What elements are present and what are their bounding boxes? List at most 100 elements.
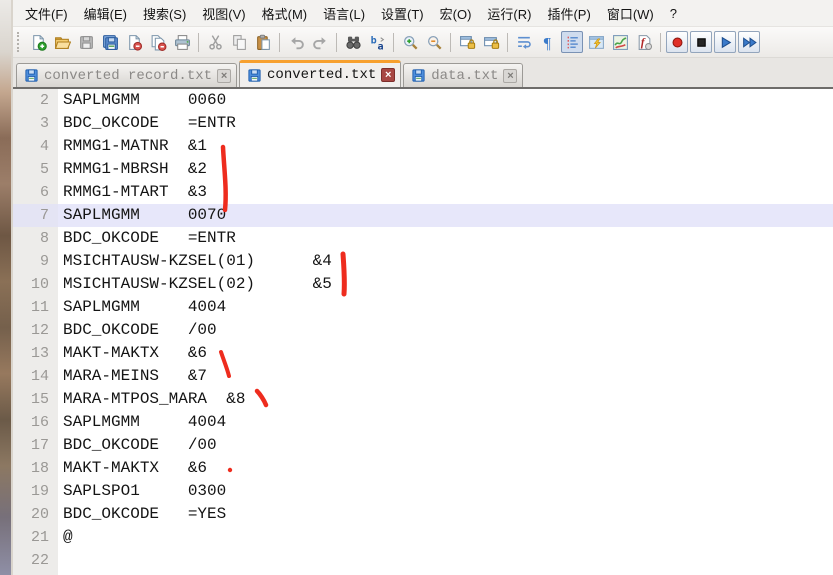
desktop-wallpaper-sliver xyxy=(0,0,11,575)
code-line: 10 MSICHTAUSW-KZSEL(02) &5 xyxy=(13,273,833,296)
document-map-icon xyxy=(612,34,629,51)
code-line: 11 SAPLMGMM 4004 xyxy=(13,296,833,319)
close-file-button[interactable] xyxy=(123,31,145,53)
code-text[interactable]: MAKT-MAKTX &6 xyxy=(58,457,833,480)
code-text[interactable]: MSICHTAUSW-KZSEL(02) &5 xyxy=(58,273,833,296)
open-file-button[interactable] xyxy=(51,31,73,53)
menu-item-view[interactable]: 视图(V) xyxy=(194,0,253,27)
find-button[interactable] xyxy=(342,31,364,53)
show-all-characters-icon: ¶ xyxy=(540,34,557,51)
menu-item-help[interactable]: ? xyxy=(662,2,685,25)
menu-item-macro[interactable]: 宏(O) xyxy=(432,0,480,27)
copy-icon xyxy=(231,34,248,51)
tab-converted-txt[interactable]: converted.txt × xyxy=(239,60,402,87)
menu-item-run[interactable]: 运行(R) xyxy=(479,0,539,27)
code-text[interactable]: BDC_OKCODE /00 xyxy=(58,319,833,342)
tab-data-txt[interactable]: data.txt × xyxy=(403,63,524,87)
code-line: 2 SAPLMGMM 0060 xyxy=(13,89,833,112)
code-text[interactable]: BDC_OKCODE =ENTR xyxy=(58,112,833,135)
sync-vertical-scroll-icon xyxy=(459,34,476,51)
save-all-button[interactable] xyxy=(99,31,121,53)
line-number: 7 xyxy=(39,207,49,224)
paste-icon xyxy=(255,34,272,51)
code-text[interactable]: SAPLSPO1 0300 xyxy=(58,480,833,503)
save-file-icon xyxy=(78,34,95,51)
code-text[interactable]: @ xyxy=(58,526,833,549)
code-text[interactable]: SAPLMGMM 4004 xyxy=(58,296,833,319)
new-file-button[interactable] xyxy=(27,31,49,53)
line-number: 3 xyxy=(39,115,49,132)
code-text[interactable]: SAPLMGMM 0060 xyxy=(58,89,833,112)
tab-close-icon[interactable]: × xyxy=(503,68,518,83)
close-file-icon xyxy=(126,34,143,51)
copy-button xyxy=(228,31,250,53)
menu-item-edit[interactable]: 编辑(E) xyxy=(76,0,135,27)
zoom-out-button[interactable] xyxy=(423,31,445,53)
menu-item-window[interactable]: 窗口(W) xyxy=(599,0,662,27)
line-number: 13 xyxy=(30,345,49,362)
svg-text:b: b xyxy=(370,35,376,46)
code-text[interactable]: BDC_OKCODE =YES xyxy=(58,503,833,526)
code-text[interactable]: MSICHTAUSW-KZSEL(01) &4 xyxy=(58,250,833,273)
line-number: 16 xyxy=(30,414,49,431)
zoom-in-button[interactable] xyxy=(399,31,421,53)
line-number: 12 xyxy=(30,322,49,339)
function-list-button[interactable]: f xyxy=(633,31,655,53)
code-text[interactable]: MARA-MTPOS_MARA &8 xyxy=(58,388,833,411)
toolbar-separator xyxy=(507,32,508,52)
replace-button[interactable]: ba xyxy=(366,31,388,53)
menu-item-language[interactable]: 语言(L) xyxy=(315,0,373,27)
macro-stop-button[interactable] xyxy=(690,31,712,53)
saved-file-floppy-icon xyxy=(24,68,39,83)
user-defined-language-button[interactable] xyxy=(585,31,607,53)
line-number: 15 xyxy=(30,391,49,408)
menu-item-settings[interactable]: 设置(T) xyxy=(373,0,432,27)
menu-item-file[interactable]: 文件(F) xyxy=(17,0,76,27)
user-defined-language-icon xyxy=(588,34,605,51)
save-file-button xyxy=(75,31,97,53)
line-number: 22 xyxy=(30,552,49,569)
text-editor-area[interactable]: 2 SAPLMGMM 0060 3 BDC_OKCODE =ENTR 4 RMMG1-MA… xyxy=(13,87,833,575)
code-text[interactable]: MARA-MEINS &7 xyxy=(58,365,833,388)
code-text[interactable] xyxy=(58,549,833,572)
menu-item-search[interactable]: 搜索(S) xyxy=(135,0,194,27)
cut-icon xyxy=(207,34,224,51)
code-line: 17 BDC_OKCODE /00 xyxy=(13,434,833,457)
code-text[interactable]: SAPLMGMM 4004 xyxy=(58,411,833,434)
line-number: 21 xyxy=(30,529,49,546)
show-indent-guide-button[interactable] xyxy=(561,31,583,53)
macro-run-multiple-button[interactable] xyxy=(738,31,760,53)
line-number: 5 xyxy=(39,161,49,178)
toolbar-separator xyxy=(660,32,661,52)
code-text[interactable]: RMMG1-MATNR &1 xyxy=(58,135,833,158)
menu-item-plugins[interactable]: 插件(P) xyxy=(539,0,598,27)
code-text[interactable]: BDC_OKCODE /00 xyxy=(58,434,833,457)
macro-play-button[interactable] xyxy=(714,31,736,53)
tab-bar: converted record.txt × converted.txt × data.… xyxy=(13,58,833,87)
code-line: 14 MARA-MEINS &7 xyxy=(13,365,833,388)
menu-item-format[interactable]: 格式(M) xyxy=(254,0,316,27)
word-wrap-button[interactable] xyxy=(513,31,535,53)
code-text[interactable]: SAPLMGMM 0070 xyxy=(58,204,833,227)
sync-horizontal-scroll-button[interactable] xyxy=(480,31,502,53)
open-file-icon xyxy=(54,34,71,51)
code-text[interactable]: RMMG1-MTART &3 xyxy=(58,181,833,204)
close-all-button[interactable] xyxy=(147,31,169,53)
macro-record-button[interactable] xyxy=(666,31,688,53)
tab-converted-record-txt[interactable]: converted record.txt × xyxy=(16,63,238,87)
line-number: 20 xyxy=(30,506,49,523)
function-list-icon: f xyxy=(636,34,653,51)
code-text[interactable]: MAKT-MAKTX &6 xyxy=(58,342,833,365)
show-all-characters-button[interactable]: ¶ xyxy=(537,31,559,53)
code-line: 15 MARA-MTPOS_MARA &8 xyxy=(13,388,833,411)
sync-vertical-scroll-button[interactable] xyxy=(456,31,478,53)
macro-stop-icon xyxy=(693,34,710,51)
print-button[interactable] xyxy=(171,31,193,53)
undo-icon xyxy=(288,34,305,51)
paste-button[interactable] xyxy=(252,31,274,53)
tab-close-icon[interactable]: × xyxy=(381,68,396,82)
document-map-button[interactable] xyxy=(609,31,631,53)
tab-close-icon[interactable]: × xyxy=(217,68,232,83)
code-text[interactable]: RMMG1-MBRSH &2 xyxy=(58,158,833,181)
code-text[interactable]: BDC_OKCODE =ENTR xyxy=(58,227,833,250)
